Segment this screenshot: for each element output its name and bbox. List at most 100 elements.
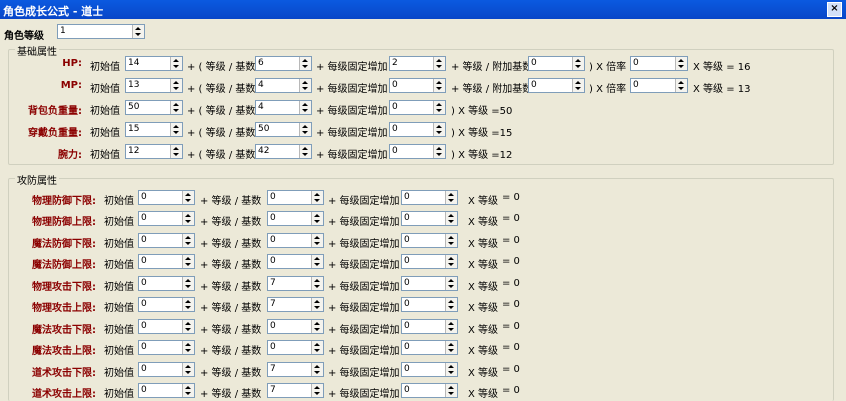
spinner-arrows-icon[interactable] [445,384,457,397]
initial-value-spinner[interactable]: 15 [125,122,183,137]
fixed-value-spinner[interactable]: 0 [389,78,446,93]
fixed-value-spinner[interactable]: 0 [401,276,458,291]
spinner-arrows-icon[interactable] [182,384,194,397]
fixed-value-spinner[interactable]: 0 [401,211,458,226]
spinner-arrows-icon[interactable] [170,79,182,92]
base-value-spinner[interactable]: 42 [255,144,312,159]
spinner-arrows-icon[interactable] [311,277,323,290]
base-value-spinner[interactable]: 0 [267,254,324,269]
spinner-arrows-icon[interactable] [572,79,584,92]
level-spinner[interactable]: 1 [57,24,145,39]
multiplier-spinner[interactable]: 0 [630,78,688,93]
spinner-arrows-icon[interactable] [433,79,445,92]
spinner-arrows-icon[interactable] [433,145,445,158]
spinner-arrows-icon[interactable] [182,234,194,247]
multiplier-spinner[interactable]: 0 [630,56,688,71]
base-value-spinner[interactable]: 0 [267,190,324,205]
initial-value-spinner[interactable]: 12 [125,144,183,159]
spinner-arrows-icon[interactable] [299,57,311,70]
initial-value-spinner[interactable]: 0 [138,383,195,398]
close-button[interactable]: × [827,2,842,17]
base-value-spinner[interactable]: 4 [255,78,312,93]
spinner-arrows-icon[interactable] [311,255,323,268]
spinner-arrows-icon[interactable] [572,57,584,70]
spinner-arrows-icon[interactable] [311,320,323,333]
spinner-arrows-icon[interactable] [170,101,182,114]
spinner-arrows-icon[interactable] [311,298,323,311]
spinner-arrows-icon[interactable] [445,234,457,247]
spinner-arrows-icon[interactable] [182,320,194,333]
spinner-arrows-icon[interactable] [170,145,182,158]
initial-value-spinner[interactable]: 0 [138,233,195,248]
spinner-arrows-icon[interactable] [311,191,323,204]
initial-value-spinner[interactable]: 0 [138,276,195,291]
fixed-value-spinner[interactable]: 0 [401,340,458,355]
initial-value-spinner[interactable]: 0 [138,319,195,334]
spinner-arrows-icon[interactable] [170,123,182,136]
base-value-spinner[interactable]: 0 [267,340,324,355]
initial-value-spinner[interactable]: 13 [125,78,183,93]
base-value-spinner[interactable]: 0 [267,211,324,226]
fixed-value-spinner[interactable]: 0 [401,297,458,312]
spinner-arrows-icon[interactable] [311,363,323,376]
spinner-arrows-icon[interactable] [445,298,457,311]
spinner-arrows-icon[interactable] [445,320,457,333]
spinner-arrows-icon[interactable] [675,57,687,70]
spinner-arrows-icon[interactable] [182,298,194,311]
spinner-arrows-icon[interactable] [299,145,311,158]
spinner-arrows-icon[interactable] [182,363,194,376]
initial-value-spinner[interactable]: 0 [138,297,195,312]
spinner-arrows-icon[interactable] [182,255,194,268]
base-value-spinner[interactable]: 0 [267,319,324,334]
extra-base-spinner[interactable]: 0 [528,56,585,71]
spinner-arrows-icon[interactable] [445,341,457,354]
initial-value-spinner[interactable]: 0 [138,211,195,226]
spinner-arrows-icon[interactable] [299,101,311,114]
spinner-arrows-icon[interactable] [445,191,457,204]
spinner-arrows-icon[interactable] [182,191,194,204]
base-value-spinner[interactable]: 7 [267,297,324,312]
spinner-arrows-icon[interactable] [311,341,323,354]
spinner-arrows-icon[interactable] [299,79,311,92]
spinner-arrows-icon[interactable] [182,212,194,225]
spinner-arrows-icon[interactable] [433,101,445,114]
spinner-arrows-icon[interactable] [132,25,144,38]
spinner-arrows-icon[interactable] [433,57,445,70]
spinner-arrows-icon[interactable] [445,212,457,225]
spinner-arrows-icon[interactable] [445,255,457,268]
spinner-arrows-icon[interactable] [445,363,457,376]
base-value-spinner[interactable]: 7 [267,362,324,377]
base-value-spinner[interactable]: 0 [267,233,324,248]
fixed-value-spinner[interactable]: 0 [401,233,458,248]
fixed-value-spinner[interactable]: 0 [389,144,446,159]
spinner-arrows-icon[interactable] [311,234,323,247]
fixed-value-spinner[interactable]: 0 [389,122,446,137]
fixed-value-spinner[interactable]: 0 [401,362,458,377]
fixed-value-spinner[interactable]: 2 [389,56,446,71]
spinner-arrows-icon[interactable] [182,277,194,290]
extra-base-spinner[interactable]: 0 [528,78,585,93]
spinner-arrows-icon[interactable] [311,384,323,397]
initial-value-spinner[interactable]: 50 [125,100,183,115]
initial-value-spinner[interactable]: 0 [138,190,195,205]
spinner-arrows-icon[interactable] [311,212,323,225]
base-value-spinner[interactable]: 7 [267,276,324,291]
spinner-arrows-icon[interactable] [675,79,687,92]
base-value-spinner[interactable]: 6 [255,56,312,71]
fixed-value-spinner[interactable]: 0 [401,319,458,334]
fixed-value-spinner[interactable]: 0 [401,383,458,398]
initial-value-spinner[interactable]: 0 [138,362,195,377]
base-value-spinner[interactable]: 7 [267,383,324,398]
initial-value-spinner[interactable]: 14 [125,56,183,71]
fixed-value-spinner[interactable]: 0 [401,190,458,205]
spinner-arrows-icon[interactable] [433,123,445,136]
fixed-value-spinner[interactable]: 0 [401,254,458,269]
base-value-spinner[interactable]: 4 [255,100,312,115]
spinner-arrows-icon[interactable] [170,57,182,70]
initial-value-spinner[interactable]: 0 [138,340,195,355]
fixed-value-spinner[interactable]: 0 [389,100,446,115]
spinner-arrows-icon[interactable] [445,277,457,290]
spinner-arrows-icon[interactable] [299,123,311,136]
base-value-spinner[interactable]: 50 [255,122,312,137]
initial-value-spinner[interactable]: 0 [138,254,195,269]
